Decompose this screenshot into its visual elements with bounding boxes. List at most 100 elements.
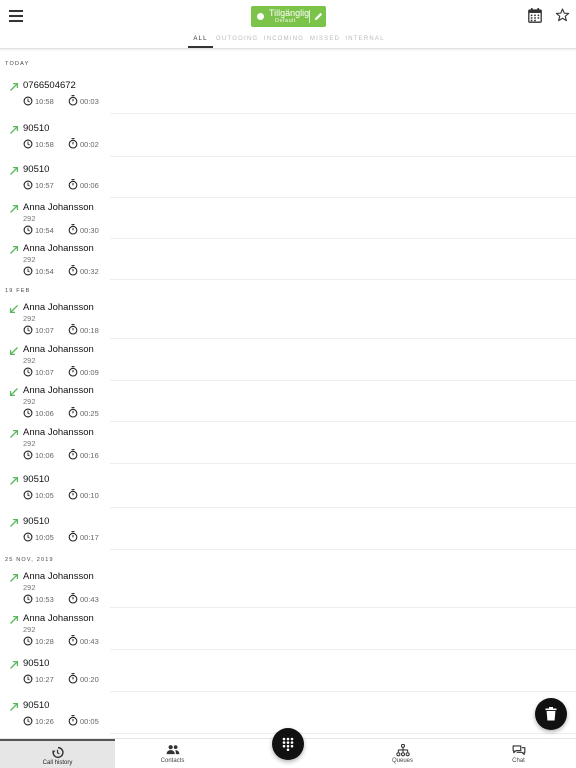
caller-name: Anna Johansson (23, 344, 94, 355)
clock-icon (23, 594, 33, 604)
row-divider (110, 607, 576, 608)
call-history-list[interactable]: TODAY 19 FEB 25 NOV, 2019 0766504672 10:5… (0, 50, 576, 738)
tab-missed[interactable]: MISSED (309, 36, 341, 48)
call-duration: 00:10 (80, 491, 99, 500)
dialpad-icon (282, 737, 294, 751)
call-row[interactable]: 90510 10:05 00:10 (0, 467, 576, 508)
timer-icon (68, 673, 78, 684)
timer-icon (68, 715, 78, 726)
status-selector[interactable]: Tillgänglig Default (251, 6, 326, 27)
filter-tabs: ALL OUTGOING INCOMING MISSED INTERNAL (0, 34, 576, 49)
call-row[interactable]: Anna Johansson 292 10:07 00:09 (0, 340, 576, 381)
tab-internal[interactable]: INTERNAL (345, 36, 385, 48)
call-duration: 00:02 (80, 140, 99, 149)
delete-history-button[interactable] (535, 698, 567, 730)
clock-icon (23, 266, 33, 276)
call-row[interactable]: 90510 10:05 00:17 (0, 509, 576, 550)
call-row[interactable]: Anna Johansson 292 10:06 00:25 (0, 381, 576, 422)
call-row[interactable]: Anna Johansson 292 10:54 00:32 (0, 239, 576, 280)
outgoing-call-arrow-icon (10, 573, 19, 582)
call-time: 10:27 (35, 675, 54, 684)
call-time: 10:28 (35, 637, 54, 646)
tab-outgoing[interactable]: OUTGOING (216, 36, 258, 48)
pencil-icon[interactable] (313, 10, 324, 23)
clock-icon (23, 450, 33, 460)
call-time: 10:26 (35, 717, 54, 726)
row-divider (110, 507, 576, 508)
row-divider (110, 549, 576, 550)
caller-name: 90510 (23, 164, 50, 175)
call-row[interactable]: 90510 10:57 00:06 (0, 157, 576, 198)
clock-icon (23, 636, 33, 646)
status-divider (309, 10, 310, 23)
status-dot-icon (257, 13, 264, 20)
nav-call-history[interactable]: Call history (0, 739, 115, 768)
call-time: 10:57 (35, 181, 54, 190)
caller-name: Anna Johansson (23, 243, 94, 254)
call-row[interactable]: Anna Johansson 292 10:54 00:30 (0, 198, 576, 239)
nav-queues[interactable]: Queues (345, 739, 460, 768)
caller-name: 90510 (23, 123, 50, 134)
incoming-call-arrow-icon (9, 388, 18, 397)
outgoing-call-arrow-icon (10, 204, 19, 213)
section-header: 25 NOV, 2019 (5, 557, 54, 563)
call-duration: 00:32 (80, 267, 99, 276)
clock-icon (23, 716, 33, 726)
call-duration: 00:43 (80, 637, 99, 646)
outgoing-call-arrow-icon (10, 245, 19, 254)
caller-name: 90510 (23, 658, 50, 669)
caller-extension: 292 (23, 439, 36, 448)
timer-icon (68, 489, 78, 500)
clock-icon (23, 325, 33, 335)
caller-name: Anna Johansson (23, 302, 94, 313)
top-bar: Tillgänglig Default (0, 0, 576, 34)
outgoing-call-arrow-icon (10, 82, 19, 91)
clock-icon (23, 96, 33, 106)
call-row[interactable]: 90510 10:58 00:02 (0, 116, 576, 157)
call-time: 10:06 (35, 451, 54, 460)
star-icon[interactable] (555, 7, 570, 23)
call-duration: 00:06 (80, 181, 99, 190)
call-duration: 00:03 (80, 97, 99, 106)
call-row[interactable]: Anna Johansson 292 10:07 00:18 (0, 298, 576, 339)
incoming-call-arrow-icon (9, 305, 18, 314)
caller-extension: 292 (23, 314, 36, 323)
timer-icon (68, 138, 78, 149)
incoming-call-arrow-icon (9, 347, 18, 356)
caller-name: Anna Johansson (23, 613, 94, 624)
timer-icon (68, 635, 78, 646)
call-row[interactable]: Anna Johansson 292 10:06 00:16 (0, 423, 576, 464)
call-row[interactable]: Anna Johansson 292 10:28 00:43 (0, 609, 576, 650)
section-header: TODAY (5, 61, 30, 67)
row-divider (110, 421, 576, 422)
caller-extension: 292 (23, 255, 36, 264)
caller-name: 90510 (23, 700, 50, 711)
nav-chat[interactable]: Chat (461, 739, 576, 768)
call-duration: 00:43 (80, 595, 99, 604)
section-header: 19 FEB (5, 288, 31, 294)
timer-icon (68, 324, 78, 335)
nav-label-contacts: Contacts (160, 758, 185, 764)
timer-icon (68, 95, 78, 106)
tab-all[interactable]: ALL (188, 36, 213, 48)
row-divider (110, 338, 576, 339)
timer-icon (68, 449, 78, 460)
call-duration: 00:25 (80, 409, 99, 418)
dialpad-button[interactable] (272, 728, 304, 760)
caller-name: Anna Johansson (23, 202, 94, 213)
caller-name: 90510 (23, 516, 50, 527)
clock-icon (23, 225, 33, 235)
calendar-icon[interactable] (528, 8, 542, 23)
call-time: 10:05 (35, 533, 54, 542)
tab-incoming[interactable]: INCOMING (263, 36, 305, 48)
nav-contacts[interactable]: Contacts (115, 739, 230, 768)
menu-icon[interactable] (9, 9, 23, 23)
row-divider (110, 691, 576, 692)
timer-icon (68, 265, 78, 276)
call-row[interactable]: Anna Johansson 292 10:53 00:43 (0, 567, 576, 608)
call-row[interactable]: 0766504672 10:58 00:03 (0, 73, 576, 114)
clock-icon (23, 367, 33, 377)
clock-icon (23, 408, 33, 418)
call-row[interactable]: 90510 10:27 00:20 (0, 651, 576, 692)
call-duration: 00:05 (80, 717, 99, 726)
